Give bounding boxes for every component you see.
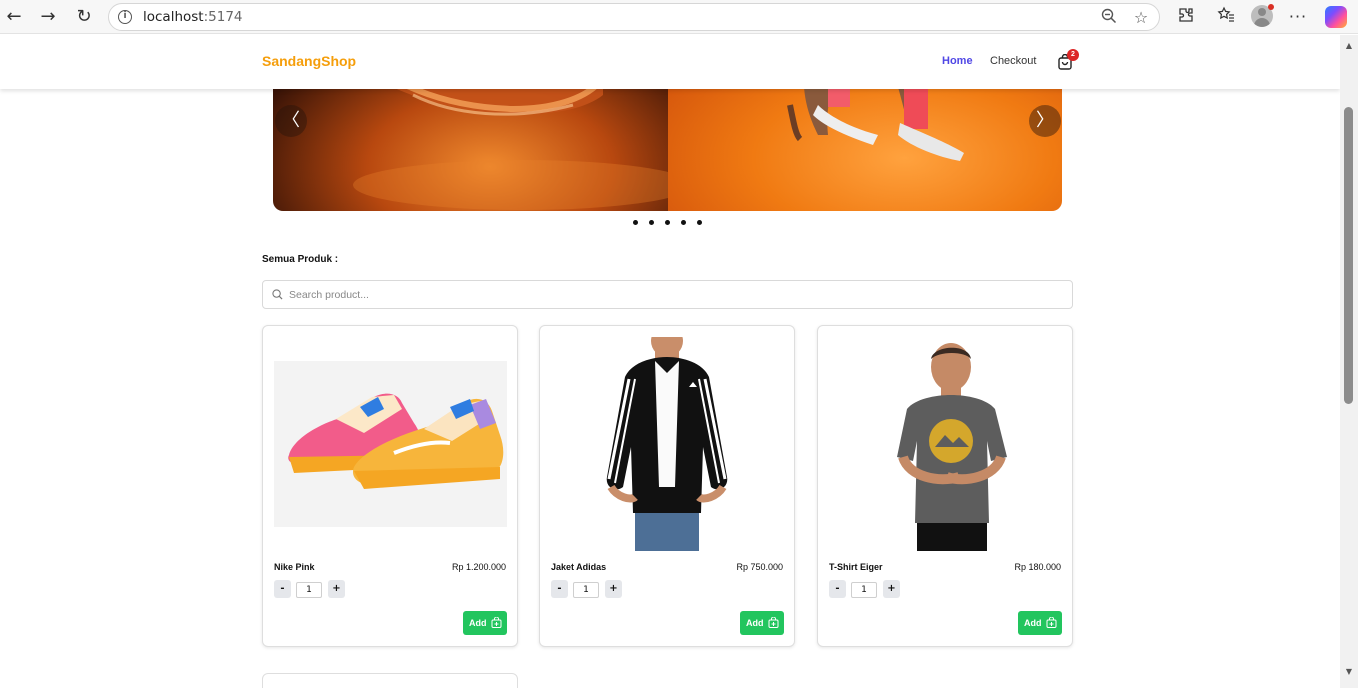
add-button-label: Add xyxy=(746,618,764,628)
carousel-dot[interactable] xyxy=(633,220,638,225)
bag-plus-icon xyxy=(1046,617,1057,628)
product-card xyxy=(262,673,518,688)
brand-logo[interactable]: SandangShop xyxy=(262,53,356,69)
product-image-jacket xyxy=(551,325,784,551)
add-to-cart-button[interactable]: Add xyxy=(740,611,784,635)
address-bar[interactable]: i localhost:5174 ☆ xyxy=(108,3,1160,31)
carousel-prev-button[interactable]: 〈 xyxy=(275,105,307,137)
product-card: T-Shirt Eiger Rp 180.000 - 1 + Add xyxy=(817,325,1073,647)
product-image-tshirt xyxy=(829,337,1062,551)
zoom-icon[interactable] xyxy=(1099,8,1119,28)
copilot-icon[interactable] xyxy=(1325,6,1347,28)
qty-increase-button[interactable]: + xyxy=(883,580,900,598)
page-scrollbar[interactable]: ▲ ▼ xyxy=(1340,35,1358,688)
section-title: Semua Produk : xyxy=(262,254,339,265)
qty-decrease-button[interactable]: - xyxy=(551,580,568,598)
product-card: Nike Pink Rp 1.200.000 - 1 + Add xyxy=(262,325,518,647)
bag-plus-icon xyxy=(491,617,502,628)
favorite-star-icon[interactable]: ☆ xyxy=(1131,8,1151,28)
site-info-icon[interactable]: i xyxy=(118,10,132,24)
product-price: Rp 750.000 xyxy=(736,562,783,572)
bag-plus-icon xyxy=(768,617,779,628)
qty-decrease-button[interactable]: - xyxy=(274,580,291,598)
scroll-down-icon[interactable]: ▼ xyxy=(1344,667,1354,676)
notification-dot xyxy=(1268,4,1274,10)
add-button-label: Add xyxy=(1024,618,1042,628)
browser-toolbar: ← → ↻ i localhost:5174 ☆ ··· xyxy=(0,0,1358,34)
carousel-dot[interactable] xyxy=(649,220,654,225)
search-icon xyxy=(272,289,283,300)
qty-input[interactable]: 1 xyxy=(296,582,322,598)
product-price: Rp 180.000 xyxy=(1014,562,1061,572)
extensions-icon[interactable] xyxy=(1175,6,1197,28)
scrollbar-thumb[interactable] xyxy=(1344,107,1353,404)
add-to-cart-button[interactable]: Add xyxy=(463,611,507,635)
carousel-dot[interactable] xyxy=(665,220,670,225)
url-text[interactable]: localhost:5174 xyxy=(143,9,243,25)
qty-input[interactable]: 1 xyxy=(573,582,599,598)
product-price: Rp 1.200.000 xyxy=(451,562,506,572)
nav-link-home[interactable]: Home xyxy=(942,55,973,67)
qty-decrease-button[interactable]: - xyxy=(829,580,846,598)
forward-icon[interactable]: → xyxy=(37,6,59,28)
reload-icon[interactable]: ↻ xyxy=(73,6,95,28)
product-name: T-Shirt Eiger xyxy=(829,562,883,572)
page-viewport: 〈 〉 SandangShop Home Checkout 2 Semua Pr… xyxy=(0,35,1340,688)
favorites-icon[interactable] xyxy=(1215,6,1237,28)
qty-increase-button[interactable]: + xyxy=(605,580,622,598)
product-name: Nike Pink xyxy=(274,562,315,572)
product-image-shoe xyxy=(274,337,507,551)
site-navbar: SandangShop Home Checkout 2 xyxy=(0,35,1340,89)
add-to-cart-button[interactable]: Add xyxy=(1018,611,1062,635)
back-icon[interactable]: ← xyxy=(3,6,25,28)
cart-count-badge: 2 xyxy=(1067,49,1079,61)
carousel-dot[interactable] xyxy=(681,220,686,225)
carousel-next-button[interactable]: 〉 xyxy=(1029,105,1061,137)
qty-input[interactable]: 1 xyxy=(851,582,877,598)
nav-link-checkout[interactable]: Checkout xyxy=(990,55,1036,67)
search-box xyxy=(262,280,1073,309)
more-menu-icon[interactable]: ··· xyxy=(1287,6,1309,28)
add-button-label: Add xyxy=(469,618,487,628)
product-card: Jaket Adidas Rp 750.000 - 1 + Add xyxy=(539,325,795,647)
qty-increase-button[interactable]: + xyxy=(328,580,345,598)
search-input[interactable] xyxy=(289,286,1049,304)
carousel-dot[interactable] xyxy=(697,220,702,225)
product-name: Jaket Adidas xyxy=(551,562,607,572)
scroll-up-icon[interactable]: ▲ xyxy=(1344,41,1354,50)
